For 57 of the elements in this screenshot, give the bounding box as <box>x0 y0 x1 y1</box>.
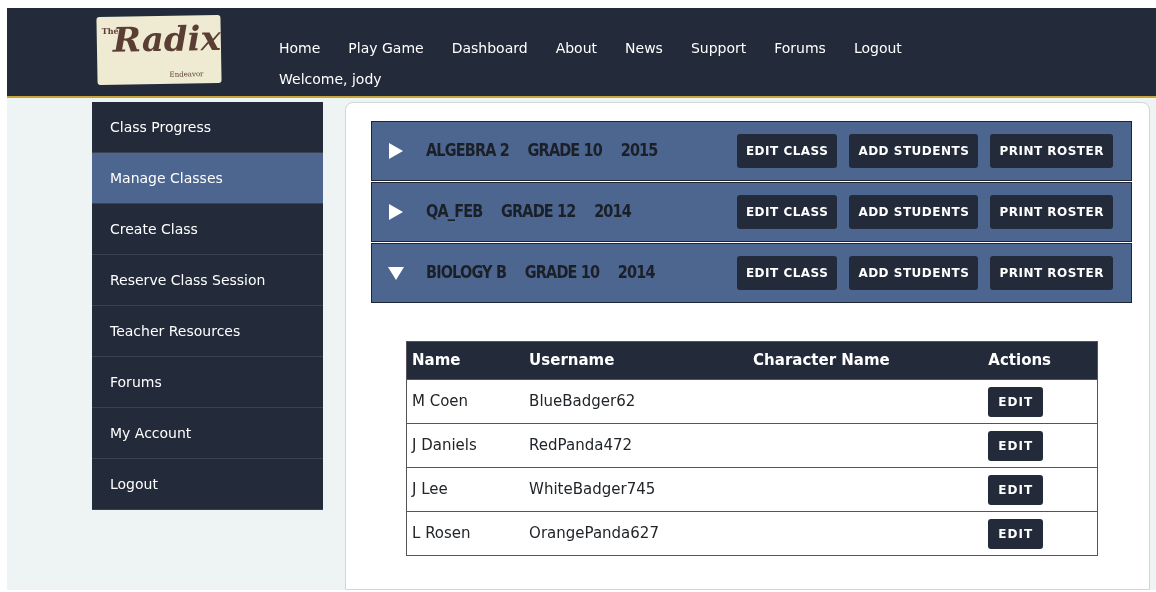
class-grade: GRADE 12 <box>501 201 576 222</box>
table-cell: RedPanda472 <box>524 423 749 468</box>
sidebar-item[interactable]: Create Class <box>92 204 323 255</box>
column-header: Username <box>524 341 749 380</box>
class-action-button[interactable]: ADD STUDENTS <box>849 134 979 168</box>
edit-button[interactable]: EDIT <box>988 386 1044 417</box>
class-action-button[interactable]: ADD STUDENTS <box>849 195 979 229</box>
collapse-arrow-icon[interactable] <box>388 265 404 281</box>
welcome-text: Welcome, <box>279 71 349 87</box>
table-cell: J Lee <box>406 467 525 512</box>
edit-button[interactable]: EDIT <box>988 474 1044 505</box>
class-name: QA_FEB <box>426 201 483 222</box>
nav-link-item[interactable]: Dashboard <box>451 40 528 56</box>
table-cell: BlueBadger62 <box>524 379 749 424</box>
class-action-button[interactable]: EDIT CLASS <box>736 256 838 290</box>
sidebar-item[interactable]: My Account <box>92 408 323 459</box>
class-action-button[interactable]: EDIT CLASS <box>736 195 838 229</box>
table-cell: M Coen <box>406 379 525 424</box>
expand-arrow-icon[interactable] <box>388 204 404 220</box>
class-header[interactable]: ALGEBRA 2 GRADE 10 2015 EDIT CLASS ADD STUDENTS PRINT ROSTER <box>371 121 1132 181</box>
sidebar-item[interactable]: Reserve Class Session <box>92 255 323 306</box>
class-action-button[interactable]: PRINT ROSTER <box>990 195 1113 229</box>
sidebar-item[interactable]: Forums <box>92 357 323 408</box>
table-cell: OrangePanda627 <box>524 511 749 556</box>
class-grade: GRADE 10 <box>527 140 602 161</box>
nav-link-item[interactable]: Support <box>690 40 747 56</box>
nav-link-item[interactable]: News <box>625 40 663 56</box>
class-name: ALGEBRA 2 <box>426 140 509 161</box>
class-header[interactable]: BIOLOGY B GRADE 10 2014 EDIT CLASS ADD STUDENTS PRINT ROSTER <box>371 243 1132 303</box>
nav-link-item[interactable]: About <box>555 40 598 56</box>
class-action-button[interactable]: ADD STUDENTS <box>849 256 979 290</box>
class-action-button[interactable]: PRINT ROSTER <box>990 256 1113 290</box>
class-year: 2014 <box>617 262 655 283</box>
column-header: Character Name <box>748 341 984 380</box>
nav-link-item[interactable]: Play Game <box>348 40 424 56</box>
sidebar-item[interactable]: Teacher Resources <box>92 306 323 357</box>
table-cell: L Rosen <box>406 511 525 556</box>
nav-link-item[interactable]: Home <box>279 40 321 56</box>
column-header: Name <box>406 341 525 380</box>
nav-link-item[interactable]: Forums <box>774 40 826 56</box>
sidebar-item[interactable]: Logout <box>92 459 323 510</box>
table-cell: WhiteBadger745 <box>524 467 749 512</box>
class-header[interactable]: QA_FEB GRADE 12 2014 EDIT CLASS ADD STUDENTS PRINT ROSTER <box>371 182 1132 242</box>
username-link[interactable]: jody <box>351 71 382 87</box>
edit-button[interactable]: EDIT <box>988 430 1044 461</box>
edit-button[interactable]: EDIT <box>988 518 1044 549</box>
class-grade: GRADE 10 <box>524 262 600 283</box>
class-year: 2015 <box>620 140 658 161</box>
sidebar-item[interactable]: Manage Classes <box>92 153 323 204</box>
nav-link-item[interactable]: Logout <box>853 40 902 56</box>
class-action-button[interactable]: PRINT ROSTER <box>990 134 1113 168</box>
column-header: Actions <box>983 341 1098 380</box>
class-name: BIOLOGY B <box>426 262 507 283</box>
class-year: 2014 <box>594 201 631 222</box>
table-cell: J Daniels <box>406 423 525 468</box>
class-action-button[interactable]: EDIT CLASS <box>736 134 838 168</box>
expand-arrow-icon[interactable] <box>388 143 404 159</box>
